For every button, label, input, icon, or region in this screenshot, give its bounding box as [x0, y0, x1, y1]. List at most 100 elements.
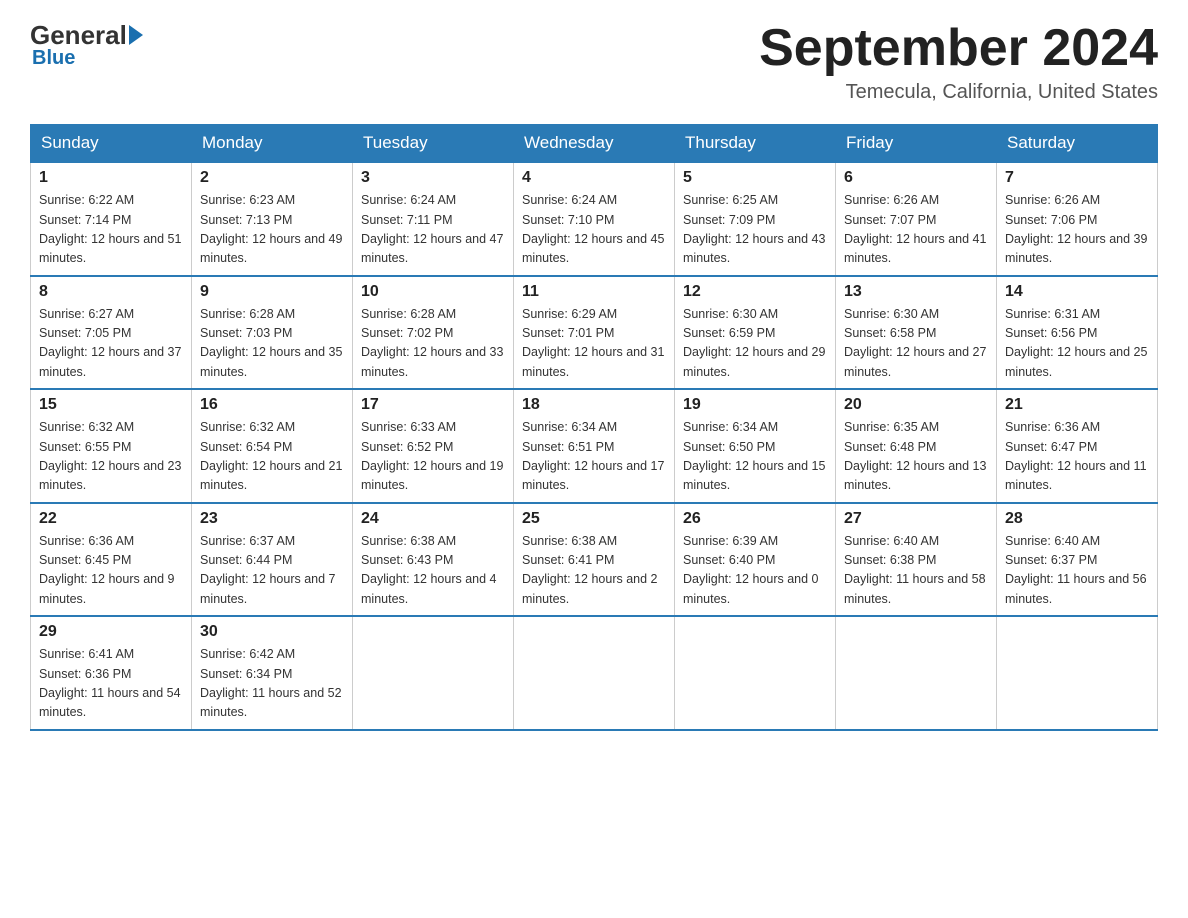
day-info: Sunrise: 6:34 AMSunset: 6:51 PMDaylight:…	[522, 418, 666, 496]
week-row-2: 8 Sunrise: 6:27 AMSunset: 7:05 PMDayligh…	[31, 276, 1158, 390]
day-number: 28	[1005, 510, 1149, 528]
day-cell-27: 27 Sunrise: 6:40 AMSunset: 6:38 PMDaylig…	[836, 503, 997, 617]
day-cell-28: 28 Sunrise: 6:40 AMSunset: 6:37 PMDaylig…	[997, 503, 1158, 617]
week-row-1: 1 Sunrise: 6:22 AMSunset: 7:14 PMDayligh…	[31, 162, 1158, 276]
day-cell-11: 11 Sunrise: 6:29 AMSunset: 7:01 PMDaylig…	[514, 276, 675, 390]
day-cell-10: 10 Sunrise: 6:28 AMSunset: 7:02 PMDaylig…	[353, 276, 514, 390]
day-cell-3: 3 Sunrise: 6:24 AMSunset: 7:11 PMDayligh…	[353, 162, 514, 276]
day-info: Sunrise: 6:30 AMSunset: 6:59 PMDaylight:…	[683, 305, 827, 383]
day-number: 30	[200, 623, 344, 641]
day-number: 7	[1005, 169, 1149, 187]
empty-cell-w4-d2	[353, 616, 514, 730]
day-info: Sunrise: 6:38 AMSunset: 6:43 PMDaylight:…	[361, 532, 505, 610]
day-number: 13	[844, 283, 988, 301]
day-info: Sunrise: 6:37 AMSunset: 6:44 PMDaylight:…	[200, 532, 344, 610]
day-number: 11	[522, 283, 666, 301]
day-number: 3	[361, 169, 505, 187]
day-number: 27	[844, 510, 988, 528]
day-cell-6: 6 Sunrise: 6:26 AMSunset: 7:07 PMDayligh…	[836, 162, 997, 276]
day-cell-14: 14 Sunrise: 6:31 AMSunset: 6:56 PMDaylig…	[997, 276, 1158, 390]
day-info: Sunrise: 6:25 AMSunset: 7:09 PMDaylight:…	[683, 191, 827, 269]
day-cell-26: 26 Sunrise: 6:39 AMSunset: 6:40 PMDaylig…	[675, 503, 836, 617]
day-cell-20: 20 Sunrise: 6:35 AMSunset: 6:48 PMDaylig…	[836, 389, 997, 503]
day-cell-13: 13 Sunrise: 6:30 AMSunset: 6:58 PMDaylig…	[836, 276, 997, 390]
col-friday: Friday	[836, 125, 997, 163]
day-cell-18: 18 Sunrise: 6:34 AMSunset: 6:51 PMDaylig…	[514, 389, 675, 503]
day-info: Sunrise: 6:42 AMSunset: 6:34 PMDaylight:…	[200, 645, 344, 723]
day-number: 6	[844, 169, 988, 187]
col-thursday: Thursday	[675, 125, 836, 163]
day-number: 24	[361, 510, 505, 528]
col-saturday: Saturday	[997, 125, 1158, 163]
day-info: Sunrise: 6:35 AMSunset: 6:48 PMDaylight:…	[844, 418, 988, 496]
day-info: Sunrise: 6:26 AMSunset: 7:06 PMDaylight:…	[1005, 191, 1149, 269]
day-cell-12: 12 Sunrise: 6:30 AMSunset: 6:59 PMDaylig…	[675, 276, 836, 390]
day-cell-29: 29 Sunrise: 6:41 AMSunset: 6:36 PMDaylig…	[31, 616, 192, 730]
col-tuesday: Tuesday	[353, 125, 514, 163]
day-info: Sunrise: 6:24 AMSunset: 7:11 PMDaylight:…	[361, 191, 505, 269]
day-info: Sunrise: 6:36 AMSunset: 6:45 PMDaylight:…	[39, 532, 183, 610]
day-cell-19: 19 Sunrise: 6:34 AMSunset: 6:50 PMDaylig…	[675, 389, 836, 503]
day-cell-2: 2 Sunrise: 6:23 AMSunset: 7:13 PMDayligh…	[192, 162, 353, 276]
day-cell-5: 5 Sunrise: 6:25 AMSunset: 7:09 PMDayligh…	[675, 162, 836, 276]
day-info: Sunrise: 6:32 AMSunset: 6:55 PMDaylight:…	[39, 418, 183, 496]
page-header: General Blue September 2024 Temecula, Ca…	[30, 20, 1158, 104]
day-number: 19	[683, 396, 827, 414]
day-number: 4	[522, 169, 666, 187]
day-cell-24: 24 Sunrise: 6:38 AMSunset: 6:43 PMDaylig…	[353, 503, 514, 617]
day-info: Sunrise: 6:34 AMSunset: 6:50 PMDaylight:…	[683, 418, 827, 496]
day-info: Sunrise: 6:24 AMSunset: 7:10 PMDaylight:…	[522, 191, 666, 269]
logo: General Blue	[30, 20, 143, 70]
day-info: Sunrise: 6:40 AMSunset: 6:38 PMDaylight:…	[844, 532, 988, 610]
day-cell-17: 17 Sunrise: 6:33 AMSunset: 6:52 PMDaylig…	[353, 389, 514, 503]
day-cell-30: 30 Sunrise: 6:42 AMSunset: 6:34 PMDaylig…	[192, 616, 353, 730]
month-title: September 2024	[759, 20, 1158, 77]
day-number: 14	[1005, 283, 1149, 301]
day-number: 5	[683, 169, 827, 187]
day-number: 8	[39, 283, 183, 301]
day-cell-4: 4 Sunrise: 6:24 AMSunset: 7:10 PMDayligh…	[514, 162, 675, 276]
day-number: 12	[683, 283, 827, 301]
day-number: 15	[39, 396, 183, 414]
day-number: 1	[39, 169, 183, 187]
title-block: September 2024 Temecula, California, Uni…	[759, 20, 1158, 104]
day-info: Sunrise: 6:33 AMSunset: 6:52 PMDaylight:…	[361, 418, 505, 496]
day-info: Sunrise: 6:28 AMSunset: 7:02 PMDaylight:…	[361, 305, 505, 383]
logo-arrow-icon	[129, 25, 143, 45]
empty-cell-w4-d3	[514, 616, 675, 730]
day-number: 20	[844, 396, 988, 414]
empty-cell-w4-d6	[997, 616, 1158, 730]
day-cell-25: 25 Sunrise: 6:38 AMSunset: 6:41 PMDaylig…	[514, 503, 675, 617]
day-number: 2	[200, 169, 344, 187]
day-cell-8: 8 Sunrise: 6:27 AMSunset: 7:05 PMDayligh…	[31, 276, 192, 390]
calendar-table: Sunday Monday Tuesday Wednesday Thursday…	[30, 124, 1158, 731]
empty-cell-w4-d5	[836, 616, 997, 730]
day-cell-23: 23 Sunrise: 6:37 AMSunset: 6:44 PMDaylig…	[192, 503, 353, 617]
day-number: 21	[1005, 396, 1149, 414]
day-info: Sunrise: 6:40 AMSunset: 6:37 PMDaylight:…	[1005, 532, 1149, 610]
day-number: 29	[39, 623, 183, 641]
day-cell-15: 15 Sunrise: 6:32 AMSunset: 6:55 PMDaylig…	[31, 389, 192, 503]
calendar-header-row: Sunday Monday Tuesday Wednesday Thursday…	[31, 125, 1158, 163]
day-number: 25	[522, 510, 666, 528]
day-number: 22	[39, 510, 183, 528]
day-cell-7: 7 Sunrise: 6:26 AMSunset: 7:06 PMDayligh…	[997, 162, 1158, 276]
day-info: Sunrise: 6:41 AMSunset: 6:36 PMDaylight:…	[39, 645, 183, 723]
day-cell-9: 9 Sunrise: 6:28 AMSunset: 7:03 PMDayligh…	[192, 276, 353, 390]
day-info: Sunrise: 6:27 AMSunset: 7:05 PMDaylight:…	[39, 305, 183, 383]
logo-blue: Blue	[32, 47, 75, 70]
day-info: Sunrise: 6:38 AMSunset: 6:41 PMDaylight:…	[522, 532, 666, 610]
day-info: Sunrise: 6:23 AMSunset: 7:13 PMDaylight:…	[200, 191, 344, 269]
day-number: 17	[361, 396, 505, 414]
day-info: Sunrise: 6:36 AMSunset: 6:47 PMDaylight:…	[1005, 418, 1149, 496]
col-monday: Monday	[192, 125, 353, 163]
day-info: Sunrise: 6:30 AMSunset: 6:58 PMDaylight:…	[844, 305, 988, 383]
day-info: Sunrise: 6:22 AMSunset: 7:14 PMDaylight:…	[39, 191, 183, 269]
day-cell-16: 16 Sunrise: 6:32 AMSunset: 6:54 PMDaylig…	[192, 389, 353, 503]
week-row-5: 29 Sunrise: 6:41 AMSunset: 6:36 PMDaylig…	[31, 616, 1158, 730]
col-sunday: Sunday	[31, 125, 192, 163]
day-info: Sunrise: 6:31 AMSunset: 6:56 PMDaylight:…	[1005, 305, 1149, 383]
week-row-4: 22 Sunrise: 6:36 AMSunset: 6:45 PMDaylig…	[31, 503, 1158, 617]
day-number: 10	[361, 283, 505, 301]
col-wednesday: Wednesday	[514, 125, 675, 163]
